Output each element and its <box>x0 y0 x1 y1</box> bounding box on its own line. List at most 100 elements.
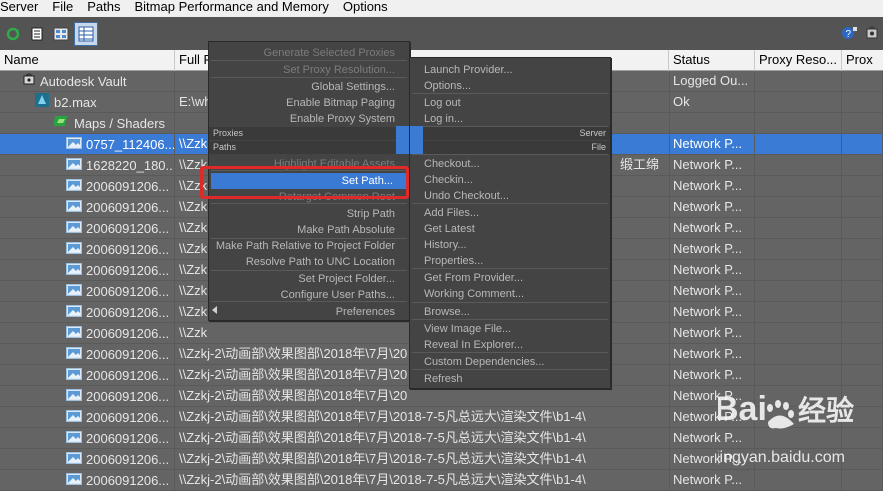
table-row[interactable]: 2006091206... \\Zzkj-2\动画部\效果图部\2018年\7月\… <box>0 449 883 470</box>
row-name: 2006091206... <box>86 283 170 299</box>
details-icon[interactable] <box>74 21 98 46</box>
proxy-resolution-cell <box>755 134 842 155</box>
proxy-resolution-cell <box>755 470 842 491</box>
menu-item-history[interactable]: History... <box>410 237 610 253</box>
menu-item-set-proxy-resolution[interactable]: Set Proxy Resolution... <box>209 62 409 78</box>
row-name: 2006091206... <box>86 220 170 236</box>
menu-item-global-settings[interactable]: Global Settings... <box>209 79 409 95</box>
status-cell: Network P... <box>669 365 755 386</box>
path-cell: \\Zzkj-2\动画部\效果图部\2018年\7月\20 <box>175 386 670 407</box>
menu-item-make-path-relative-to-project-folder[interactable]: Make Path Relative to Project Folder <box>209 238 409 254</box>
row-name: 0757_112406... <box>86 136 175 152</box>
menu-item-checkout[interactable]: Checkout... <box>410 156 610 172</box>
proxy-resolution-cell <box>755 113 842 134</box>
menu-item-get-from-provider[interactable]: Get From Provider... <box>410 270 610 286</box>
submenu-header-paths[interactable]: Paths <box>209 141 409 154</box>
row-path: \\Zzk <box>179 199 208 214</box>
menu-bitmap-performance-and-memory[interactable]: Bitmap Performance and Memory <box>128 0 336 17</box>
name-cell: 2006091206... <box>0 365 175 386</box>
menu-item-options[interactable]: Options... <box>410 78 610 94</box>
menu-item-resolve-path-to-unc-location[interactable]: Resolve Path to UNC Location <box>209 254 409 270</box>
path-cell: \\Zzkj-2\动画部\效果图部\2018年\7月\2018-7-5凡总远大\… <box>175 470 670 491</box>
menu-item-generate-selected-proxies[interactable]: Generate Selected Proxies <box>209 45 409 61</box>
menu-file[interactable]: File <box>45 0 80 17</box>
status-cell: Network P... <box>669 218 755 239</box>
row-name: 2006091206... <box>86 241 170 257</box>
name-cell: b2.max <box>0 92 175 113</box>
image-file-icon <box>66 366 82 386</box>
row-path: \\Zzkj-2\动画部\效果图部\2018年\7月\2018-7-5凡总远大\… <box>179 472 586 487</box>
proxy-cell <box>842 176 883 197</box>
name-cell: 2006091206... <box>0 218 175 239</box>
proxy-resolution-cell <box>755 218 842 239</box>
row-name: Maps / Shaders <box>74 115 166 131</box>
proxy-resolution-cell <box>755 428 842 449</box>
menu-item-enable-bitmap-paging[interactable]: Enable Bitmap Paging <box>209 95 409 111</box>
menu-paths[interactable]: Paths <box>80 0 127 17</box>
status-cell <box>669 113 755 134</box>
submenu-header-proxies[interactable]: Proxies <box>209 127 409 140</box>
menu-server[interactable]: Server <box>0 0 45 17</box>
menu-item-properties[interactable]: Properties... <box>410 253 610 269</box>
menu-item-strip-path[interactable]: Strip Path <box>209 206 409 222</box>
refresh-icon[interactable] <box>2 23 24 45</box>
name-cell: 2006091206... <box>0 407 175 428</box>
row-name: 2006091206... <box>86 325 170 341</box>
proxy-cell <box>842 365 883 386</box>
row-path: \\Zzkj-2\动画部\效果图部\2018年\7月\2018-7-5凡总远大\… <box>179 430 586 445</box>
submenu-header-file[interactable]: File <box>410 141 610 154</box>
image-file-icon <box>66 303 82 323</box>
name-cell: Maps / Shaders <box>0 113 175 134</box>
column-header-proxy[interactable]: Prox <box>842 50 883 71</box>
menu-item-make-path-absolute[interactable]: Make Path Absolute <box>209 222 409 238</box>
column-header-name[interactable]: Name <box>0 50 175 71</box>
status-cell: Network P... <box>669 155 755 176</box>
menu-separator <box>211 301 407 302</box>
menu-item-checkin[interactable]: Checkin... <box>410 172 610 188</box>
row-path: \\Zzk <box>179 325 208 340</box>
menu-separator <box>211 270 407 271</box>
row-name: 2006091206... <box>86 346 170 362</box>
row-path: \\Zzk <box>179 241 208 256</box>
submenu-header-server[interactable]: Server <box>410 127 610 140</box>
column-header-status[interactable]: Status <box>669 50 755 71</box>
help-icon[interactable]: ? <box>840 24 860 42</box>
menu-item-preferences[interactable]: Preferences <box>209 304 409 320</box>
menu-options[interactable]: Options <box>336 0 395 17</box>
proxy-cell <box>842 92 883 113</box>
row-name: b2.max <box>54 94 97 110</box>
menu-item-enable-proxy-system[interactable]: Enable Proxy System <box>209 111 409 127</box>
menu-item-log-out[interactable]: Log out <box>410 95 610 111</box>
menu-item-launch-provider[interactable]: Launch Provider... <box>410 62 610 78</box>
menu-item-undo-checkout[interactable]: Undo Checkout... <box>410 188 610 204</box>
table-row[interactable]: 2006091206... \\Zzkj-2\动画部\效果图部\2018年\7月\… <box>0 470 883 491</box>
menu-item-refresh[interactable]: Refresh <box>410 371 610 387</box>
menu-separator <box>211 77 407 78</box>
menu-item-view-image-file[interactable]: View Image File... <box>410 321 610 337</box>
image-file-icon <box>66 135 82 155</box>
image-file-icon <box>66 219 82 239</box>
menu-item-get-latest[interactable]: Get Latest <box>410 221 610 237</box>
row-path: \\Zzkj-2\动画部\效果图部\2018年\7月\20 <box>179 388 408 403</box>
toolbar <box>0 17 883 50</box>
menu-item-reveal-in-explorer[interactable]: Reveal In Explorer... <box>410 337 610 353</box>
menu-item-custom-dependencies[interactable]: Custom Dependencies... <box>410 354 610 370</box>
menu-separator <box>412 319 608 320</box>
menu-item-log-in[interactable]: Log in... <box>410 111 610 127</box>
menu-separator <box>412 203 608 204</box>
name-cell: 2006091206... <box>0 470 175 491</box>
vault-icon[interactable] <box>862 24 882 42</box>
column-header-proxy-resolution[interactable]: Proxy Reso... <box>755 50 842 71</box>
proxy-cell <box>842 239 883 260</box>
menu-item-browse[interactable]: Browse... <box>410 304 610 320</box>
menu-item-working-comment[interactable]: Working Comment... <box>410 286 610 302</box>
status-cell: Network P... <box>669 470 755 491</box>
status-cell: Network P... <box>669 323 755 344</box>
menu-item-add-files[interactable]: Add Files... <box>410 205 610 221</box>
table-row[interactable]: 2006091206... \\Zzkj-2\动画部\效果图部\2018年\7月\… <box>0 386 883 407</box>
table-row[interactable]: 2006091206... \\Zzkj-2\动画部\效果图部\2018年\7月\… <box>0 428 883 449</box>
thumbnails-icon[interactable] <box>50 23 72 45</box>
table-row[interactable]: 2006091206... \\Zzkj-2\动画部\效果图部\2018年\7月\… <box>0 407 883 428</box>
menu-item-set-project-folder[interactable]: Set Project Folder... <box>209 271 409 287</box>
list-icon[interactable] <box>26 23 48 45</box>
